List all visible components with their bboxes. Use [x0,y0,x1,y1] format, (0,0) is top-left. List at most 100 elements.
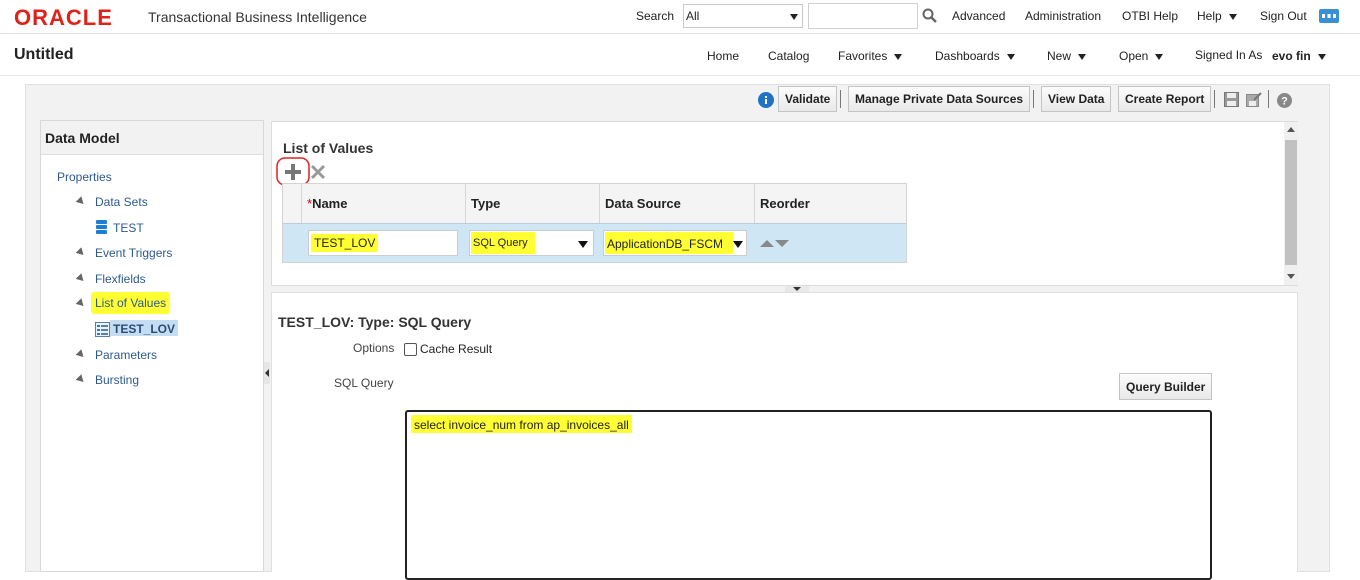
row-header-column [283,184,302,223]
advanced-link[interactable]: Advanced [952,9,1005,23]
name-header-label: Name [312,196,348,211]
column-header-reorder[interactable]: Reorder [755,184,906,223]
data-model-panel: Data Model [40,120,264,572]
tree-item-event-triggers[interactable]: Event Triggers [95,246,172,260]
administration-link[interactable]: Administration [1025,9,1101,23]
toolbar-divider [1033,90,1034,108]
favorites-menu[interactable]: Favorites [838,49,903,63]
chevron-down-icon [1317,53,1326,60]
create-report-button[interactable]: Create Report [1118,86,1212,112]
chevron-down-icon [1228,13,1237,20]
chevron-down-icon [894,53,903,60]
dashboards-menu[interactable]: Dashboards [935,49,1015,63]
tree-item-bursting[interactable]: Bursting [95,373,139,387]
toolbar-divider [1214,90,1215,108]
sql-query-label: SQL Query [334,376,394,390]
add-icon[interactable] [276,157,310,186]
name-value: TEST_LOV [311,234,379,252]
scroll-up-icon[interactable] [1287,127,1295,132]
search-scope-select[interactable]: All [683,4,803,28]
save-icon[interactable] [1224,92,1239,107]
lov-icon [95,322,110,337]
open-menu[interactable]: Open [1119,49,1164,63]
top-bar: ORACLE Transactional Business Intelligen… [0,0,1360,34]
validate-button[interactable]: Validate [778,86,838,112]
search-scope-value: All [686,9,700,23]
table-row[interactable]: TEST_LOV SQL Query ApplicationDB_FSCM [283,223,906,262]
search-label: Search [636,9,675,23]
page-title: Untitled [14,46,74,63]
chevron-down-icon [1078,53,1087,60]
type-select[interactable]: SQL Query [469,230,594,256]
help-menu[interactable]: Help [1197,9,1237,23]
info-icon[interactable] [758,92,774,108]
user-menu[interactable]: evo fin [1272,49,1326,63]
chevron-down-icon [790,14,798,20]
catalog-link[interactable]: Catalog [768,49,809,63]
new-menu[interactable]: New [1047,49,1087,63]
help-icon[interactable]: ? [1277,93,1292,108]
cache-result-checkbox[interactable] [404,343,417,356]
sql-query-editor[interactable]: select invoice_num from ap_invoices_all [405,410,1212,580]
search-input[interactable] [808,3,918,29]
tree-item-properties[interactable]: Properties [57,170,112,184]
user-name: evo fin [1272,49,1311,63]
chevron-down-icon [1155,53,1164,60]
column-header-data-source[interactable]: Data Source [600,184,755,223]
move-down-icon[interactable] [775,240,789,247]
panel-splitter[interactable] [264,362,270,384]
column-header-name[interactable]: *Name [302,184,466,223]
chevron-down-icon [733,241,743,248]
accessibility-icon[interactable] [1319,9,1339,23]
lov-detail-title: TEST_LOV: Type: SQL Query [278,314,472,330]
dashboards-label: Dashboards [935,49,1000,63]
query-builder-button[interactable]: Query Builder [1119,373,1213,400]
data-source-value: ApplicationDB_FSCM [605,232,733,254]
list-of-values-title: List of Values [283,140,374,156]
sign-out-link[interactable]: Sign Out [1260,9,1307,23]
help-label: Help [1197,9,1222,23]
data-set-icon [96,220,107,234]
vertical-scrollbar[interactable] [1284,122,1298,285]
open-label: Open [1119,49,1149,63]
name-input[interactable]: TEST_LOV [308,230,458,256]
tree-item-flexfields[interactable]: Flexfields [95,272,146,286]
lov-table: *Name Type Data Source Reorder TEST_LOV … [282,183,907,263]
oracle-logo: ORACLE [14,5,113,30]
cache-result-label: Cache Result [420,342,493,356]
svg-text:?: ? [1281,96,1288,108]
manage-private-data-sources-button[interactable]: Manage Private Data Sources [848,86,1031,112]
chevron-down-icon [1006,53,1015,60]
options-label: Options [353,341,395,355]
save-as-icon[interactable] [1246,92,1262,108]
scrollbar-thumb[interactable] [1285,140,1297,265]
search-icon[interactable] [922,8,938,24]
data-model-header: Data Model [41,121,263,155]
collapse-down-icon [793,287,801,291]
new-label: New [1047,49,1072,63]
collapse-left-icon [265,369,269,377]
tree-item-test-dataset[interactable]: TEST [113,221,144,235]
tree-item-test-lov[interactable]: TEST_LOV [110,320,179,336]
tree-item-parameters[interactable]: Parameters [95,348,157,362]
toolbar-divider [840,90,841,108]
delete-icon[interactable] [310,164,326,180]
column-header-type[interactable]: Type [466,184,600,223]
scroll-down-icon[interactable] [1287,274,1295,279]
favorites-label: Favorites [838,49,888,63]
reorder-arrows [760,240,789,247]
tree-item-data-sets[interactable]: Data Sets [95,195,148,209]
data-model-title: Data Model [45,130,120,146]
page-header-bar: Untitled Home Catalog Favorites Dashboar… [0,36,1360,76]
type-value: SQL Query [471,232,535,254]
home-link[interactable]: Home [707,49,739,63]
toolbar-divider [1268,90,1269,108]
tree-item-list-of-values[interactable]: List of Values [91,292,171,314]
chevron-down-icon [578,241,588,248]
product-name: Transactional Business Intelligence [148,9,367,25]
data-source-select[interactable]: ApplicationDB_FSCM [603,230,747,256]
view-data-button[interactable]: View Data [1041,86,1112,112]
otbi-help-link[interactable]: OTBI Help [1122,9,1178,23]
sql-query-text: select invoice_num from ap_invoices_all [411,415,632,433]
move-up-icon[interactable] [760,240,774,247]
